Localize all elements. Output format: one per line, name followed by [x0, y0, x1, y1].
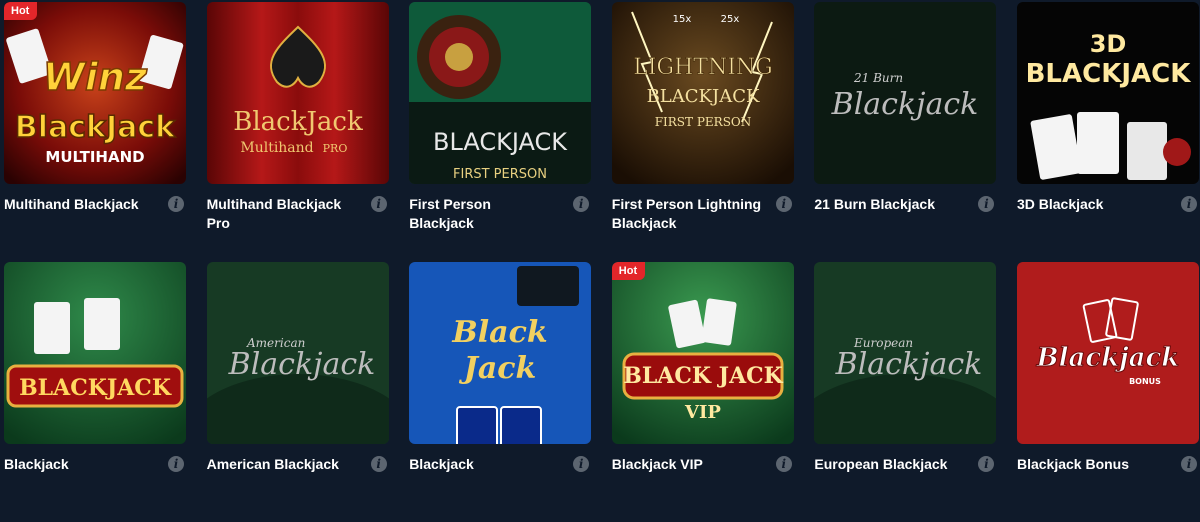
art-text: VIP: [684, 402, 721, 423]
game-card[interactable]: Winz BlackJack MULTIHAND Hot Multihand B…: [4, 2, 186, 262]
art-text: BlackJack: [15, 110, 176, 145]
art-text: BlackJack: [233, 107, 363, 137]
game-card[interactable]: 21 Burn Blackjack 21 Burn Blackjack i: [814, 2, 997, 262]
info-icon[interactable]: i: [775, 196, 792, 212]
game-thumbnail[interactable]: Blackjack BONUS: [1016, 262, 1199, 444]
art-text: BLACKJACK: [19, 375, 172, 401]
game-card[interactable]: American Blackjack American Blackjack i: [206, 262, 389, 522]
art-text: Winz: [43, 55, 148, 99]
game-thumbnail[interactable]: BLACKJACK FIRST PERSON: [409, 2, 592, 184]
game-thumbnail[interactable]: Black Jack: [409, 262, 592, 444]
game-thumbnail[interactable]: 21 Burn Blackjack: [814, 2, 997, 184]
game-art: BLACKJACK: [4, 262, 186, 444]
game-title[interactable]: Blackjack: [4, 455, 154, 474]
art-text: Multihand: [240, 140, 313, 156]
art-text: FIRST PERSON: [654, 115, 751, 129]
game-card[interactable]: Blackjack BONUS Blackjack Bonus i: [1016, 262, 1199, 522]
game-art: European Blackjack: [814, 262, 997, 444]
game-card[interactable]: Black Jack Blackjack i: [409, 262, 592, 522]
art-text: BONUS: [1129, 377, 1161, 386]
info-icon[interactable]: i: [775, 456, 792, 472]
game-card[interactable]: 3D BLACKJACK 3D Blackjack i: [1016, 2, 1199, 262]
info-icon[interactable]: i: [573, 456, 590, 472]
game-title[interactable]: Blackjack Bonus: [1017, 455, 1167, 474]
game-thumbnail[interactable]: BLACK JACK VIP Hot: [611, 262, 794, 444]
info-icon[interactable]: i: [370, 196, 387, 212]
info-icon[interactable]: i: [978, 456, 995, 472]
art-text: Jack: [459, 351, 537, 386]
game-thumbnail[interactable]: American Blackjack: [206, 262, 389, 444]
art-text: BLACK JACK: [623, 363, 783, 389]
game-title[interactable]: 21 Burn Blackjack: [814, 195, 964, 214]
game-title[interactable]: American Blackjack: [207, 455, 357, 474]
game-art: BlackJack Multihand PRO: [206, 2, 389, 184]
game-thumbnail[interactable]: European Blackjack: [814, 262, 997, 444]
game-card[interactable]: BLACKJACK FIRST PERSON First Person Blac…: [409, 2, 592, 262]
art-text: Blackjack: [1036, 343, 1180, 373]
art-text: 15x: [672, 14, 691, 25]
game-art: BLACKJACK FIRST PERSON: [409, 2, 592, 184]
game-art: Winz BlackJack MULTIHAND: [4, 2, 186, 184]
game-title[interactable]: 3D Blackjack: [1017, 195, 1167, 214]
hot-badge: Hot: [4, 2, 38, 20]
art-text: MULTIHAND: [45, 148, 144, 166]
game-thumbnail[interactable]: 15x 25x LIGHTNING BLACKJACK FIRST PERSON: [611, 2, 794, 184]
game-art: Black Jack: [409, 262, 592, 444]
art-text: BLACKJACK: [646, 86, 759, 107]
game-art: Blackjack BONUS: [1016, 262, 1199, 444]
game-art: 3D BLACKJACK: [1016, 2, 1199, 184]
info-icon[interactable]: i: [370, 456, 387, 472]
game-thumbnail[interactable]: 3D BLACKJACK: [1016, 2, 1199, 184]
game-card[interactable]: European Blackjack European Blackjack i: [814, 262, 997, 522]
game-title[interactable]: European Blackjack: [814, 455, 964, 474]
game-title[interactable]: First Person Lightning Blackjack: [612, 195, 762, 233]
art-text: FIRST PERSON: [453, 167, 547, 182]
art-text: BLACKJACK: [1026, 59, 1192, 89]
art-text: Blackjack: [835, 347, 983, 382]
art-text: 25x: [720, 14, 739, 25]
art-text: LIGHTNING: [633, 55, 773, 80]
game-art: BLACK JACK VIP: [611, 262, 794, 444]
game-art: American Blackjack: [206, 262, 389, 444]
info-icon[interactable]: i: [978, 196, 995, 212]
info-icon[interactable]: i: [168, 456, 184, 472]
game-card[interactable]: BlackJack Multihand PRO Multihand Blackj…: [206, 2, 389, 262]
hot-badge: Hot: [611, 262, 646, 280]
game-thumbnail[interactable]: BLACKJACK: [4, 262, 186, 444]
game-title[interactable]: Blackjack VIP: [612, 455, 762, 474]
art-text: Blackjack: [227, 347, 375, 382]
game-title[interactable]: Blackjack: [409, 455, 559, 474]
game-card[interactable]: BLACKJACK Blackjack i: [4, 262, 186, 522]
art-text: Black: [452, 315, 548, 350]
art-text: 21 Burn: [853, 71, 903, 85]
info-icon[interactable]: i: [1180, 196, 1197, 212]
game-card[interactable]: BLACK JACK VIP Hot Blackjack VIP i: [611, 262, 794, 522]
info-icon[interactable]: i: [1180, 456, 1197, 472]
info-icon[interactable]: i: [168, 196, 184, 212]
game-thumbnail[interactable]: Winz BlackJack MULTIHAND Hot: [4, 2, 186, 184]
art-text: PRO: [322, 142, 347, 155]
game-art: 21 Burn Blackjack: [814, 2, 997, 184]
game-thumbnail[interactable]: BlackJack Multihand PRO: [206, 2, 389, 184]
art-text: BLACKJACK: [433, 128, 568, 156]
game-title[interactable]: First Person Blackjack: [409, 195, 559, 233]
game-title[interactable]: Multihand Blackjack: [4, 195, 154, 214]
art-text: 3D: [1090, 30, 1127, 58]
games-row-1: Winz BlackJack MULTIHAND Hot Multihand B…: [4, 2, 1199, 262]
games-row-2: BLACKJACK Blackjack i American Blackjack…: [4, 262, 1199, 522]
game-art: 15x 25x LIGHTNING BLACKJACK FIRST PERSON: [611, 2, 794, 184]
game-title[interactable]: Multihand Blackjack Pro: [207, 195, 357, 233]
art-text: Blackjack: [831, 87, 979, 122]
game-card[interactable]: 15x 25x LIGHTNING BLACKJACK FIRST PERSON…: [611, 2, 794, 262]
info-icon[interactable]: i: [573, 196, 590, 212]
